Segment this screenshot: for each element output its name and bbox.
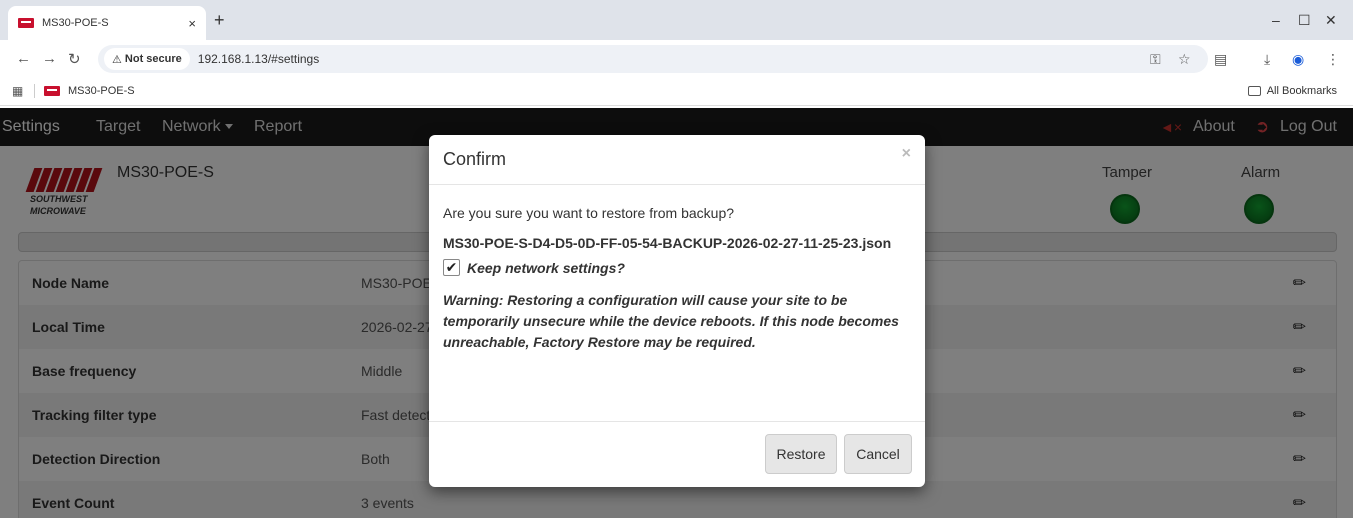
confirm-question: Are you sure you want to restore from ba…	[443, 205, 735, 221]
address-bar: ← → ↻ ⚠ Not secure 192.168.1.13/#setting…	[0, 40, 1353, 78]
bookmark-separator	[34, 84, 35, 98]
bookmark-favicon-icon	[44, 86, 60, 96]
tab-close-icon[interactable]: ×	[188, 16, 196, 31]
favicon-icon	[18, 18, 34, 28]
bookmark-star-icon[interactable]: ☆	[1178, 51, 1191, 68]
window-close-icon[interactable]: ✕	[1325, 12, 1337, 29]
close-icon[interactable]: ×	[902, 145, 911, 163]
back-icon[interactable]: ←	[16, 50, 31, 67]
apps-grid-icon[interactable]: ▦	[12, 84, 23, 98]
url-text: 192.168.1.13/#settings	[197, 52, 320, 66]
all-bookmarks-button[interactable]: All Bookmarks	[1247, 85, 1337, 97]
restore-button[interactable]: Restore	[765, 434, 837, 474]
browser-tabbar: MS30-POE-S × + – ☐ ✕	[0, 0, 1353, 40]
keep-network-toggle[interactable]: ✔ Keep network settings?	[443, 259, 911, 276]
modal-header: Confirm ×	[429, 135, 925, 185]
modal-body: Are you sure you want to restore from ba…	[443, 205, 911, 353]
maximize-icon[interactable]: ☐	[1298, 12, 1311, 29]
cancel-button[interactable]: Cancel	[844, 434, 912, 474]
minimize-icon[interactable]: –	[1272, 12, 1280, 28]
bookmark-item[interactable]: MS30-POE-S	[44, 85, 135, 97]
security-label: Not secure	[124, 53, 182, 65]
bookmark-label: MS30-POE-S	[68, 85, 135, 97]
download-icon[interactable]: ⤓	[1264, 51, 1270, 68]
new-tab-icon[interactable]: +	[214, 10, 225, 31]
all-bookmarks-label: All Bookmarks	[1266, 85, 1337, 97]
backup-filename: MS30-POE-S-D4-D5-0D-FF-05-54-BACKUP-2026…	[443, 235, 892, 251]
profile-icon[interactable]: ◉	[1292, 51, 1304, 68]
confirm-dialog: Confirm × Are you sure you want to resto…	[429, 135, 925, 487]
reload-icon[interactable]: ↻	[68, 50, 81, 68]
keep-network-checkbox[interactable]: ✔	[443, 259, 460, 276]
browser-tab[interactable]: MS30-POE-S ×	[8, 6, 206, 40]
reading-list-icon[interactable]: ▤	[1214, 51, 1227, 68]
modal-title: Confirm	[443, 149, 507, 169]
omnibox[interactable]: ⚠ Not secure 192.168.1.13/#settings	[98, 45, 1208, 73]
password-key-icon[interactable]: ⚿	[1150, 51, 1161, 68]
security-indicator[interactable]: ⚠ Not secure	[104, 48, 190, 70]
tab-title: MS30-POE-S	[42, 17, 109, 29]
restore-warning: Warning: Restoring a configuration will …	[443, 292, 899, 350]
modal-footer: Restore Cancel	[429, 421, 925, 487]
keep-network-label: Keep network settings?	[467, 259, 625, 276]
folder-icon	[1247, 86, 1261, 96]
bookmarks-bar: ▦ MS30-POE-S All Bookmarks	[0, 78, 1353, 106]
forward-icon[interactable]: →	[42, 50, 57, 67]
menu-kebab-icon[interactable]: ⋮	[1326, 51, 1340, 68]
